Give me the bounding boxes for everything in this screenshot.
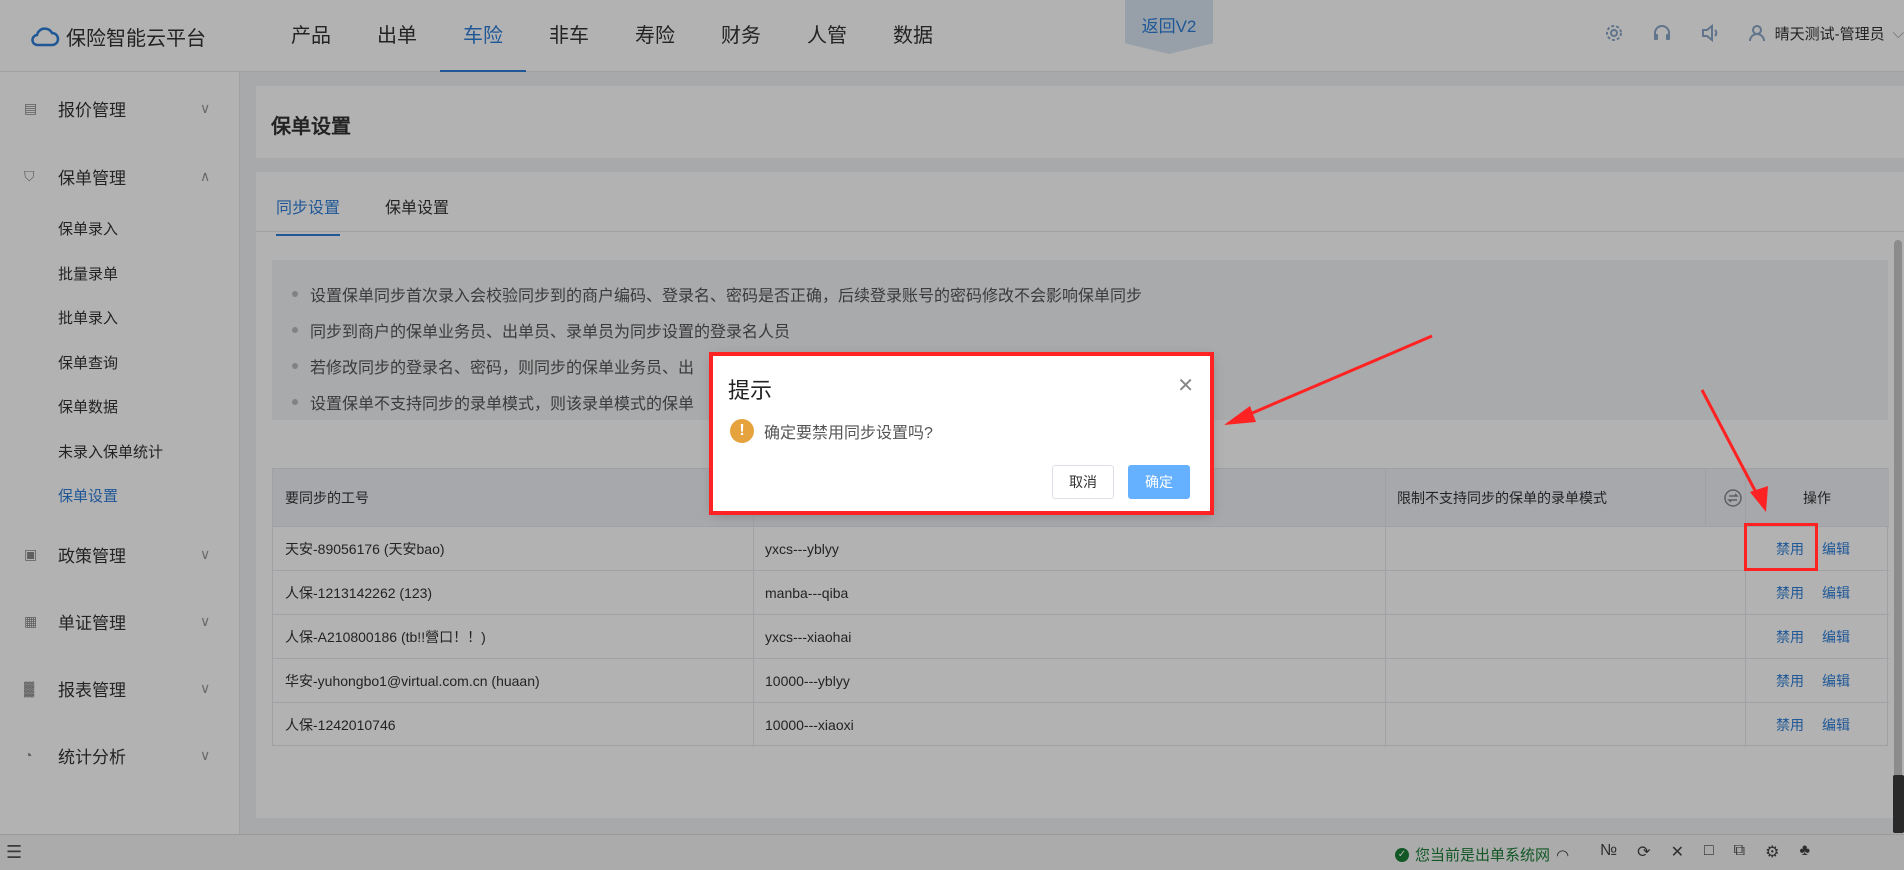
close-icon[interactable]: ✕ xyxy=(1177,373,1194,398)
annotation-highlight-disable xyxy=(1744,523,1818,571)
dialog-message-row: ! 确定要禁用同步设置吗? xyxy=(730,419,933,443)
cancel-button[interactable]: 取消 xyxy=(1052,465,1114,499)
annotation-arrow-to-dialog xyxy=(1235,334,1433,422)
dialog-message: 确定要禁用同步设置吗? xyxy=(764,425,933,442)
annotation-arrowhead xyxy=(1750,486,1768,512)
warning-icon: ! xyxy=(730,419,754,443)
confirm-dialog: 提示 ✕ ! 确定要禁用同步设置吗? 取消 确定 xyxy=(712,355,1212,513)
confirm-button[interactable]: 确定 xyxy=(1128,465,1190,499)
annotation-arrow-to-disable xyxy=(1700,389,1762,501)
annotation-arrowhead xyxy=(1224,406,1256,425)
dialog-title: 提示 xyxy=(728,378,773,403)
